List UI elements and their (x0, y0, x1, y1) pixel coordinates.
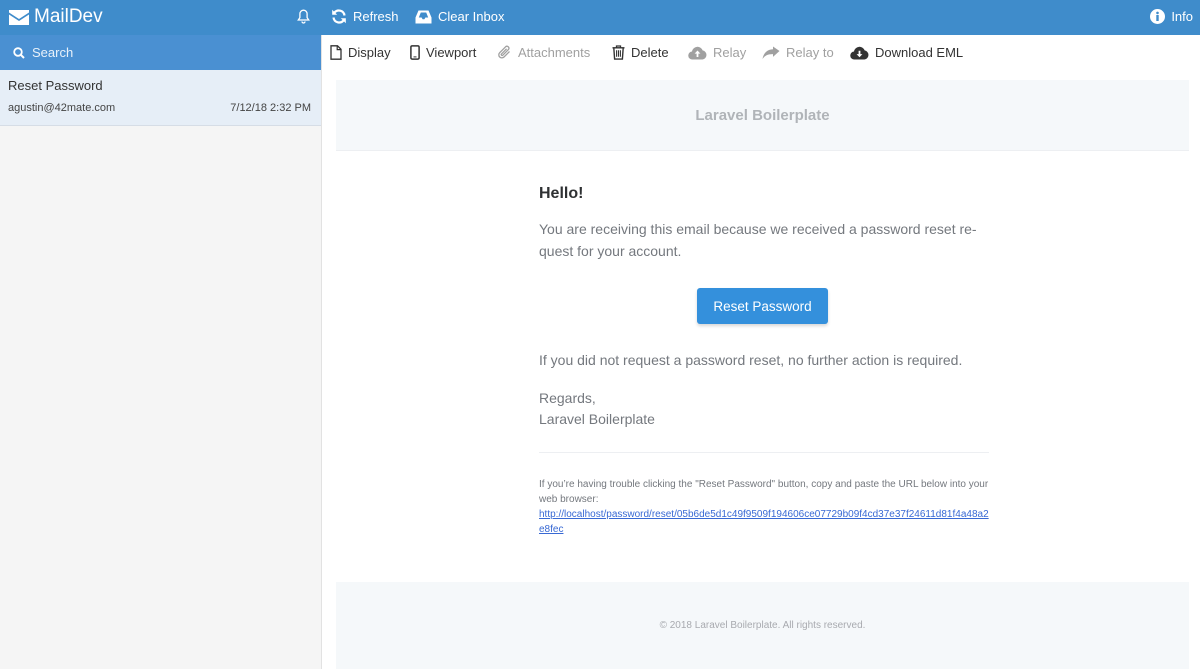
relay-label: Relay (713, 45, 747, 60)
email-preview: Laravel Boilerplate Hello! You are recei… (336, 80, 1189, 669)
top-bar: MailDev Refresh Clear Inbox Info (0, 0, 1200, 35)
bell-icon[interactable] (297, 9, 310, 24)
envelope-icon (9, 9, 29, 25)
clear-inbox-button[interactable]: Clear Inbox (415, 9, 504, 24)
relay-button[interactable]: Relay (688, 45, 746, 60)
relay-to-button[interactable]: Relay to (762, 45, 834, 60)
download-eml-button[interactable]: Download EML (850, 45, 963, 60)
inbox-icon (415, 10, 432, 23)
email-footer: © 2018 Laravel Boilerplate. All rights r… (336, 582, 1189, 669)
download-eml-label: Download EML (875, 45, 964, 60)
email-list-item[interactable]: Reset Password agustin@42mate.com 7/12/1… (0, 70, 321, 126)
share-arrow-icon (762, 46, 780, 59)
trash-icon (612, 45, 625, 60)
info-button[interactable]: Info (1150, 9, 1193, 24)
email-regards: Regards, Laravel Boilerplate (539, 388, 655, 430)
search-icon (13, 46, 25, 59)
email-date: 7/12/18 2:32 PM (230, 102, 311, 114)
refresh-button[interactable]: Refresh (331, 9, 399, 24)
viewport-button[interactable]: Viewport (410, 45, 476, 60)
paperclip-icon (498, 45, 510, 59)
reset-link[interactable]: http://localhost/password/reset/05b6de5d… (539, 509, 989, 535)
email-subject: Reset Password (8, 78, 103, 93)
refresh-icon (332, 9, 346, 24)
email-sender: agustin@42mate.com (8, 102, 116, 114)
subcopy-text: If you’re having trouble clicking the "R… (539, 479, 989, 505)
delete-label: Delete (631, 45, 669, 60)
display-label: Display (348, 45, 391, 60)
refresh-label: Refresh (353, 9, 399, 24)
sidebar: Reset Password agustin@42mate.com 7/12/1… (0, 35, 322, 669)
document-icon (330, 45, 342, 60)
clear-inbox-label: Clear Inbox (438, 9, 505, 24)
cloud-download-icon (850, 46, 869, 60)
delete-button[interactable]: Delete (612, 45, 669, 60)
email-outro: If you did not request a password reset,… (539, 352, 963, 368)
footer-copyright: © 2018 Laravel Boilerplate. All rights r… (659, 620, 866, 631)
mobile-icon (410, 45, 420, 60)
cloud-upload-icon (688, 46, 707, 60)
regards-line: Regards, (539, 390, 596, 406)
email-header-title[interactable]: Laravel Boilerplate (695, 107, 829, 124)
info-label: Info (1171, 9, 1193, 24)
search-bar (0, 35, 321, 70)
attachments-label: Attachments (518, 45, 591, 60)
app-title: MailDev (34, 6, 103, 27)
email-header: Laravel Boilerplate (336, 80, 1189, 151)
info-icon (1150, 9, 1166, 24)
viewport-label: Viewport (426, 45, 477, 60)
search-input[interactable] (32, 45, 312, 60)
email-toolbar: Display Viewport Attachments Delete Rela… (322, 35, 1200, 70)
app-brand[interactable]: MailDev (9, 6, 103, 28)
email-subcopy: If you’re having trouble clicking the "R… (539, 477, 989, 537)
divider (539, 452, 989, 453)
display-button[interactable]: Display (330, 45, 391, 60)
signature-line: Laravel Boilerplate (539, 411, 655, 427)
email-greeting: Hello! (539, 185, 584, 202)
attachments-button[interactable]: Attachments (498, 45, 590, 60)
email-intro: You are receiving this email because we … (539, 221, 977, 259)
reset-password-button[interactable]: Reset Password (697, 288, 828, 324)
relay-to-label: Relay to (786, 45, 834, 60)
